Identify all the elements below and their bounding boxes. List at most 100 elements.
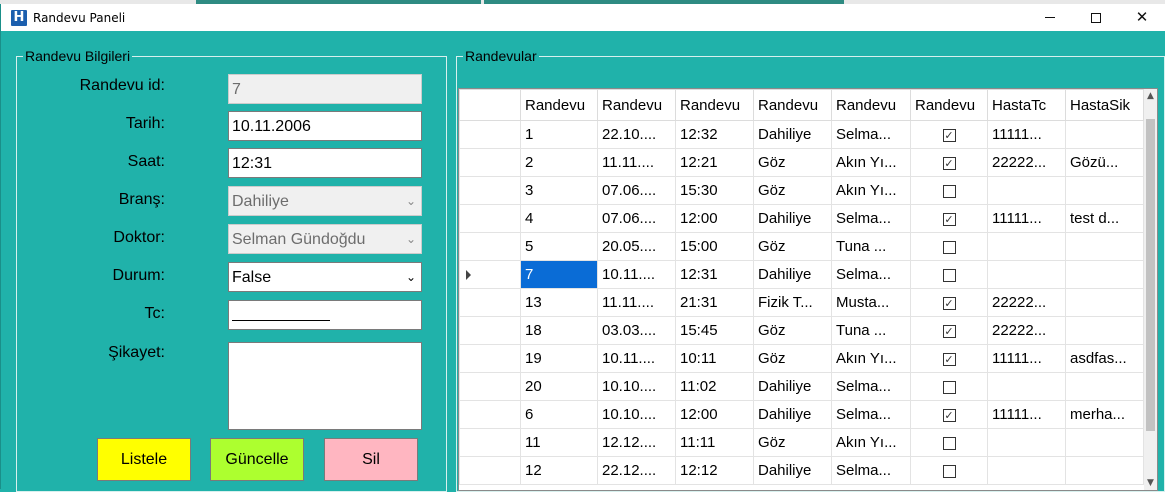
table-cell[interactable] bbox=[987, 176, 1066, 205]
table-cell[interactable] bbox=[987, 456, 1066, 485]
table-cell[interactable]: 07.06.... bbox=[597, 204, 676, 233]
table-cell[interactable]: 03.03.... bbox=[597, 316, 676, 345]
tc-field[interactable] bbox=[228, 300, 422, 330]
durum-checkbox-cell[interactable] bbox=[910, 456, 988, 485]
unchecked-checkbox-icon[interactable] bbox=[942, 464, 956, 478]
table-cell[interactable]: 1 bbox=[520, 120, 598, 149]
table-cell[interactable]: 11111... bbox=[987, 204, 1066, 233]
checked-checkbox-icon[interactable]: ✓ bbox=[942, 408, 956, 422]
table-cell[interactable]: test d... bbox=[1065, 204, 1144, 233]
table-cell[interactable]: 20 bbox=[520, 372, 598, 401]
row-header[interactable] bbox=[459, 232, 521, 261]
row-header[interactable] bbox=[459, 120, 521, 149]
table-cell[interactable]: 5 bbox=[520, 232, 598, 261]
close-button[interactable]: ✕ bbox=[1119, 4, 1165, 31]
table-cell[interactable]: 12 bbox=[520, 456, 598, 485]
unchecked-checkbox-icon[interactable] bbox=[942, 380, 956, 394]
durum-dropdown[interactable]: False ⌄ bbox=[228, 262, 422, 292]
table-cell[interactable] bbox=[1065, 316, 1144, 345]
table-cell[interactable] bbox=[1065, 120, 1144, 149]
row-header[interactable] bbox=[459, 260, 521, 289]
table-cell[interactable]: Gözü... bbox=[1065, 148, 1144, 177]
column-header[interactable]: HastaSik bbox=[1065, 89, 1144, 121]
checked-checkbox-icon[interactable]: ✓ bbox=[942, 212, 956, 226]
table-cell[interactable]: 12:00 bbox=[675, 400, 754, 429]
column-header[interactable]: Randevu bbox=[753, 89, 832, 121]
table-cell[interactable]: 11:11 bbox=[675, 428, 754, 457]
table-cell[interactable]: 10.10.... bbox=[597, 372, 676, 401]
durum-checkbox-cell[interactable]: ✓ bbox=[910, 316, 988, 345]
table-cell[interactable]: 10.11.... bbox=[597, 344, 676, 373]
column-header[interactable]: HastaTc bbox=[987, 89, 1066, 121]
unchecked-checkbox-icon[interactable] bbox=[942, 436, 956, 450]
table-cell[interactable]: Selma... bbox=[831, 372, 911, 401]
checked-checkbox-icon[interactable]: ✓ bbox=[942, 324, 956, 338]
table-cell[interactable]: Selma... bbox=[831, 120, 911, 149]
table-cell[interactable] bbox=[987, 232, 1066, 261]
saat-field[interactable]: 12:31 bbox=[228, 148, 422, 178]
table-cell[interactable]: 15:45 bbox=[675, 316, 754, 345]
table-row[interactable]: 1 22.10.... 12:32 Dahiliye Selma... ✓ 11111... bbox=[459, 120, 1144, 149]
durum-checkbox-cell[interactable] bbox=[910, 176, 988, 205]
durum-checkbox-cell[interactable]: ✓ bbox=[910, 120, 988, 149]
table-cell[interactable]: 2 bbox=[520, 148, 598, 177]
table-row[interactable]: 5 20.05.... 15:00 Göz Tuna ... bbox=[459, 232, 1144, 261]
row-header[interactable] bbox=[459, 428, 521, 457]
table-row[interactable]: 11 12.12.... 11:11 Göz Akın Yı... bbox=[459, 428, 1144, 457]
table-cell[interactable]: 11.11.... bbox=[597, 288, 676, 317]
guncelle-button[interactable]: Güncelle bbox=[210, 438, 304, 481]
table-cell[interactable]: Göz bbox=[753, 232, 832, 261]
title-bar[interactable]: H Randevu Paneli ✕ bbox=[1, 4, 1165, 31]
table-cell[interactable]: Dahiliye bbox=[753, 456, 832, 485]
table-row[interactable]: 13 11.11.... 21:31 Fizik T... Musta... ✓ 22222… bbox=[459, 288, 1144, 317]
table-cell[interactable]: 15:00 bbox=[675, 232, 754, 261]
row-header[interactable] bbox=[459, 372, 521, 401]
table-cell[interactable]: 4 bbox=[520, 204, 598, 233]
table-cell[interactable]: 12:12 bbox=[675, 456, 754, 485]
table-cell[interactable]: Selma... bbox=[831, 456, 911, 485]
randevu-id-field[interactable]: 7 bbox=[228, 74, 422, 104]
table-cell[interactable] bbox=[987, 260, 1066, 289]
table-cell[interactable]: 12.12.... bbox=[597, 428, 676, 457]
scroll-thumb[interactable] bbox=[1146, 119, 1155, 431]
table-cell[interactable]: 3 bbox=[520, 176, 598, 205]
column-header[interactable]: Randevu bbox=[831, 89, 911, 121]
table-row[interactable]: 19 10.11.... 10:11 Göz Akın Yı... ✓ 11111... as… bbox=[459, 344, 1144, 373]
unchecked-checkbox-icon[interactable] bbox=[942, 240, 956, 254]
table-cell[interactable] bbox=[987, 428, 1066, 457]
column-header[interactable]: Randevu bbox=[910, 89, 988, 121]
randevular-grid[interactable]: Randevu Randevu Randevu Randevu Randevu Rande… bbox=[458, 88, 1158, 491]
column-header[interactable]: Randevu bbox=[597, 89, 676, 121]
table-cell[interactable]: 11111... bbox=[987, 344, 1066, 373]
table-row[interactable]: 18 03.03.... 15:45 Göz Tuna ... ✓ 22222... bbox=[459, 316, 1144, 345]
row-header[interactable] bbox=[459, 148, 521, 177]
table-cell[interactable]: Akın Yı... bbox=[831, 428, 911, 457]
table-cell[interactable]: 22.12.... bbox=[597, 456, 676, 485]
table-cell[interactable]: 6 bbox=[520, 400, 598, 429]
table-cell[interactable]: Selma... bbox=[831, 204, 911, 233]
table-cell[interactable]: 12:21 bbox=[675, 148, 754, 177]
table-cell[interactable]: 10.10.... bbox=[597, 400, 676, 429]
table-cell[interactable] bbox=[1065, 260, 1144, 289]
durum-checkbox-cell[interactable] bbox=[910, 260, 988, 289]
doktor-dropdown[interactable]: Selman Gündoğdu ⌄ bbox=[228, 224, 422, 254]
durum-checkbox-cell[interactable]: ✓ bbox=[910, 204, 988, 233]
row-header[interactable] bbox=[459, 456, 521, 485]
row-header[interactable] bbox=[459, 400, 521, 429]
table-cell[interactable]: 11111... bbox=[987, 400, 1066, 429]
table-cell[interactable]: 21:31 bbox=[675, 288, 754, 317]
row-header[interactable] bbox=[459, 288, 521, 317]
table-cell[interactable]: 22222... bbox=[987, 148, 1066, 177]
durum-checkbox-cell[interactable] bbox=[910, 428, 988, 457]
row-header[interactable] bbox=[459, 316, 521, 345]
table-cell[interactable] bbox=[1065, 428, 1144, 457]
table-cell[interactable]: asdfas... bbox=[1065, 344, 1144, 373]
durum-checkbox-cell[interactable]: ✓ bbox=[910, 148, 988, 177]
table-cell[interactable]: Akın Yı... bbox=[831, 344, 911, 373]
table-cell[interactable]: 19 bbox=[520, 344, 598, 373]
table-cell[interactable]: 15:30 bbox=[675, 176, 754, 205]
table-cell[interactable]: 11:02 bbox=[675, 372, 754, 401]
table-row[interactable]: 20 10.10.... 11:02 Dahiliye Selma... bbox=[459, 372, 1144, 401]
table-cell[interactable]: Selma... bbox=[831, 260, 911, 289]
table-cell[interactable]: 07.06.... bbox=[597, 176, 676, 205]
